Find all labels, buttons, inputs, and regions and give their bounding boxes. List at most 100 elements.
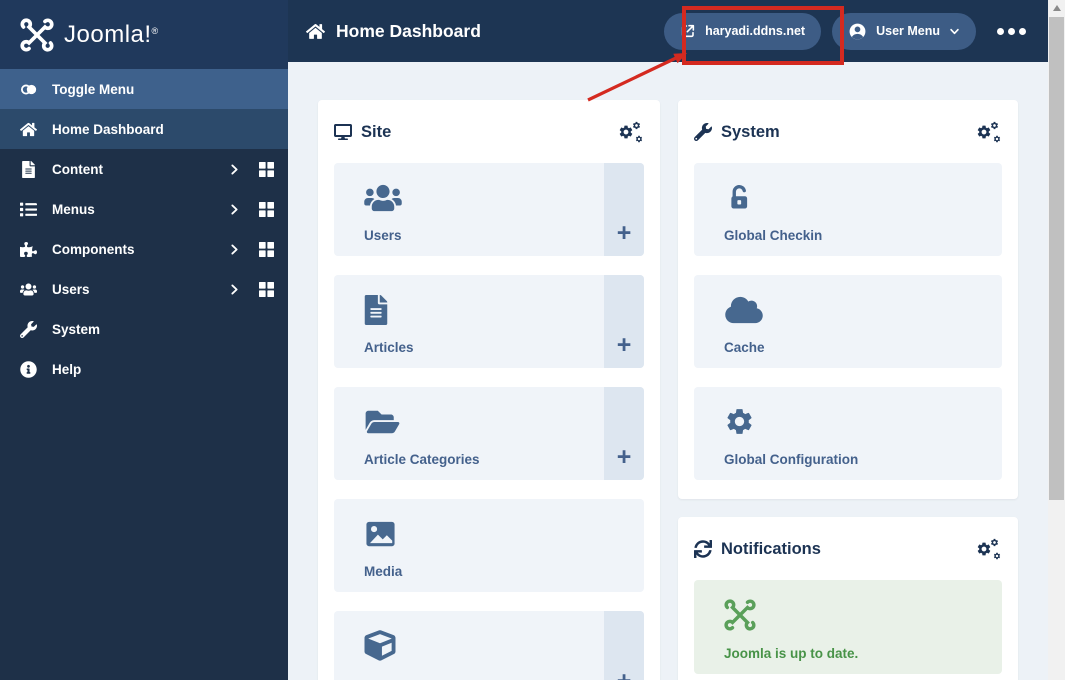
- sidebar-item-label: Components: [52, 241, 135, 257]
- panel-title: Site: [361, 122, 392, 141]
- sidebar-item-toggle-menu[interactable]: Toggle Menu: [0, 69, 288, 109]
- file-icon: [16, 161, 40, 178]
- quickicon-label: Users: [364, 228, 402, 243]
- sidebar-item-label: Help: [52, 361, 82, 377]
- wrench-icon: [16, 321, 40, 338]
- cloud-icon: [724, 294, 1002, 325]
- quickicon-body: Articles: [334, 275, 604, 368]
- triangle-up-icon: [1052, 5, 1061, 11]
- chevron-right-icon: [228, 243, 241, 256]
- page-title: Home Dashboard: [306, 21, 481, 42]
- sidebar-item-label: Users: [52, 281, 90, 297]
- scroll-up-button[interactable]: [1048, 0, 1065, 16]
- joomla-wordmark: Joomla!®: [64, 20, 159, 48]
- quickicon-label: Global Configuration: [724, 452, 859, 467]
- status-body: Joomla is up to date.: [694, 580, 1002, 674]
- toggle-icon: [16, 81, 40, 98]
- vertical-scrollbar[interactable]: [1048, 0, 1065, 680]
- quickicon-media[interactable]: Media: [334, 499, 644, 592]
- sidebar-item-label: Content: [52, 161, 103, 177]
- list-icon: [16, 201, 40, 218]
- sidebar-item-content[interactable]: Content: [0, 149, 288, 189]
- system-panel: System Global Checkin Cache Global Confi…: [678, 100, 1018, 499]
- sidebar-item-label: Home Dashboard: [52, 121, 164, 137]
- grid-icon[interactable]: [259, 202, 274, 217]
- quickicon-body: Media: [334, 499, 644, 592]
- notifications-panel: Notifications Joomla is up to date.: [678, 517, 1018, 680]
- quickicon-label: Media: [364, 564, 403, 579]
- puzzle-icon: [16, 241, 40, 258]
- info-circle-icon: [16, 361, 40, 378]
- sidebar-item-help[interactable]: Help: [0, 349, 288, 389]
- main-area: Home Dashboard haryadi.ddns.net User Men…: [288, 0, 1048, 680]
- quickicon-users[interactable]: Users +: [334, 163, 644, 256]
- add-article-button[interactable]: +: [604, 275, 644, 368]
- site-preview-link[interactable]: haryadi.ddns.net: [664, 12, 822, 50]
- home-icon: [16, 121, 40, 138]
- sidebar-item-menus[interactable]: Menus: [0, 189, 288, 229]
- ellipsis-icon[interactable]: [997, 27, 1026, 35]
- plus-icon: +: [616, 443, 632, 471]
- quickicon-body: Article Categories: [334, 387, 604, 480]
- joomla-icon: [724, 599, 1002, 630]
- quickicon-modules[interactable]: +: [334, 611, 644, 680]
- quickicon-body: Users: [334, 163, 604, 256]
- site-panel-header: Site: [318, 100, 660, 163]
- quickicon-body: Global Configuration: [694, 387, 1002, 480]
- monitor-icon: [334, 123, 352, 141]
- quickicon-article-categories[interactable]: Article Categories +: [334, 387, 644, 480]
- user-circle-icon: [848, 22, 867, 41]
- quickicon-label: Cache: [724, 340, 765, 355]
- sidebar-item-users[interactable]: Users: [0, 269, 288, 309]
- unlock-icon: [724, 182, 1002, 213]
- file-icon: [364, 294, 604, 325]
- sidebar: Joomla!® Toggle Menu Home Dashboard Cont…: [0, 0, 288, 680]
- system-panel-header: System: [678, 100, 1018, 163]
- sidebar-item-system[interactable]: System: [0, 309, 288, 349]
- sidebar-item-home-dashboard[interactable]: Home Dashboard: [0, 109, 288, 149]
- notifications-panel-header: Notifications: [678, 517, 1018, 580]
- chevron-right-icon: [228, 283, 241, 296]
- joomla-icon: [20, 18, 54, 52]
- chevron-down-icon: [949, 26, 960, 37]
- status-message: Joomla is up to date.: [724, 646, 859, 661]
- plus-icon: +: [616, 331, 632, 359]
- quickicon-label: Global Checkin: [724, 228, 823, 243]
- quickicon-global-checkin[interactable]: Global Checkin: [694, 163, 1002, 256]
- sidebar-menu: Toggle Menu Home Dashboard Content Menus…: [0, 69, 288, 389]
- user-menu-button[interactable]: User Menu: [832, 12, 976, 50]
- sidebar-item-components[interactable]: Components: [0, 229, 288, 269]
- cogs-icon[interactable]: [618, 121, 644, 143]
- cube-icon: [364, 630, 604, 661]
- topbar-actions: haryadi.ddns.net User Menu: [664, 12, 1032, 50]
- grid-icon[interactable]: [259, 282, 274, 297]
- joomla-logo: Joomla!®: [0, 0, 288, 69]
- grid-icon[interactable]: [259, 242, 274, 257]
- joomla-update-status[interactable]: Joomla is up to date.: [694, 580, 1002, 674]
- image-icon: [364, 518, 644, 549]
- cogs-icon[interactable]: [976, 538, 1002, 560]
- chevron-right-icon: [228, 163, 241, 176]
- quickicon-body: [334, 611, 604, 680]
- scrollbar-thumb[interactable]: [1049, 17, 1064, 500]
- registered-mark: ®: [151, 25, 159, 36]
- add-button[interactable]: +: [604, 611, 644, 680]
- add-category-button[interactable]: +: [604, 387, 644, 480]
- panel-title: System: [721, 122, 780, 141]
- grid-icon[interactable]: [259, 162, 274, 177]
- cogs-icon[interactable]: [976, 121, 1002, 143]
- users-icon: [16, 281, 40, 298]
- quickicon-articles[interactable]: Articles +: [334, 275, 644, 368]
- quickicon-cache[interactable]: Cache: [694, 275, 1002, 368]
- sidebar-item-label: System: [52, 321, 101, 337]
- external-link-icon: [680, 23, 696, 39]
- quickicon-label: Article Categories: [364, 452, 480, 467]
- home-icon: [306, 22, 325, 41]
- quickicon-label: Articles: [364, 340, 414, 355]
- wrench-icon: [694, 123, 712, 141]
- site-panel: Site Users + Articles + Article Categori…: [318, 100, 660, 680]
- plus-icon: +: [616, 219, 632, 247]
- sync-icon: [694, 540, 712, 558]
- quickicon-global-configuration[interactable]: Global Configuration: [694, 387, 1002, 480]
- add-users-button[interactable]: +: [604, 163, 644, 256]
